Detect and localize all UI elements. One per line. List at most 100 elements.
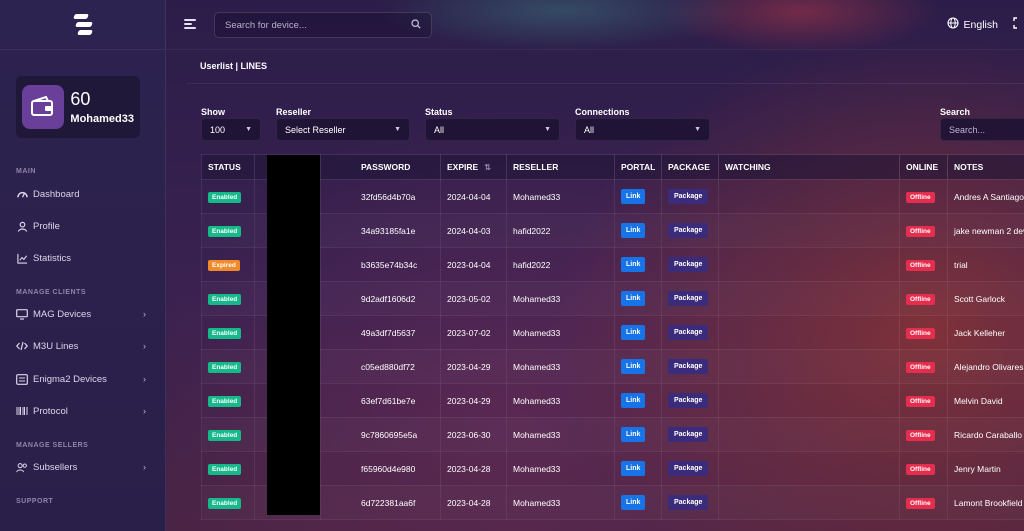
package-button[interactable]: Package bbox=[668, 291, 709, 306]
show-select[interactable]: 100 ▼ bbox=[201, 118, 261, 141]
status-select[interactable]: All ▼ bbox=[425, 118, 560, 141]
online-badge: Offline bbox=[906, 361, 935, 373]
language-selector[interactable]: English bbox=[946, 17, 998, 32]
sidebar-item-label: Protocol bbox=[33, 405, 68, 417]
reseller-cell: hafid2022 bbox=[506, 247, 615, 282]
table-row[interactable]: Enabled 34a93185fa1e 2024-04-03 hafid2022 Li… bbox=[201, 213, 1024, 248]
device-search-input[interactable] bbox=[225, 19, 411, 31]
notes-cell: Ricardo Caraballo bbox=[947, 417, 1024, 452]
portal-cell: Link bbox=[614, 179, 662, 214]
online-badge: Offline bbox=[906, 259, 935, 271]
sidebar-item-profile[interactable]: Profile bbox=[16, 217, 150, 235]
notes-cell: Jack Kelleher bbox=[947, 315, 1024, 350]
sidebar-item-mag-devices[interactable]: MAG Devices › bbox=[16, 305, 150, 323]
password-cell: 63ef7d61be7e bbox=[320, 383, 441, 418]
package-button[interactable]: Package bbox=[668, 223, 709, 238]
table-row[interactable]: Enabled 63ef7d61be7e 2023-04-29 Mohamed33 Li… bbox=[201, 383, 1024, 418]
status-cell: Enabled bbox=[201, 349, 255, 384]
connections-select-value: All bbox=[584, 124, 595, 135]
expire-cell: 2023-07-02 bbox=[440, 315, 507, 350]
search-icon[interactable] bbox=[411, 18, 421, 32]
reseller-cell: Mohamed33 bbox=[506, 417, 615, 452]
sidebar-item-m3u-lines[interactable]: M3U Lines › bbox=[16, 337, 150, 355]
fullscreen-icon[interactable] bbox=[1013, 17, 1022, 32]
table-row[interactable]: Enabled f65960d4e980 2023-04-28 Mohamed33 Li… bbox=[201, 451, 1024, 486]
col-online[interactable]: ONLINE bbox=[899, 154, 948, 180]
portal-link-button[interactable]: Link bbox=[621, 393, 646, 408]
status-cell: Enabled bbox=[201, 417, 255, 452]
app-logo[interactable] bbox=[70, 12, 96, 38]
table-row[interactable]: Enabled 32fd56d4b70a 2024-04-04 Mohamed33 Li… bbox=[201, 179, 1024, 214]
package-button[interactable]: Package bbox=[668, 427, 709, 442]
portal-link-button[interactable]: Link bbox=[621, 325, 646, 340]
col-reseller[interactable]: RESELLER bbox=[506, 154, 615, 180]
connections-label: Connections bbox=[575, 107, 630, 117]
package-cell: Package bbox=[661, 213, 719, 248]
status-badge: Enabled bbox=[208, 361, 242, 373]
table-row[interactable]: Enabled c05ed880df72 2023-04-29 Mohamed33 Li… bbox=[201, 349, 1024, 384]
col-notes[interactable]: NOTES bbox=[947, 154, 1024, 180]
reseller-select[interactable]: Select Reseller ▼ bbox=[276, 118, 410, 141]
col-portal[interactable]: PORTAL bbox=[614, 154, 662, 180]
col-package[interactable]: PACKAGE bbox=[661, 154, 719, 180]
watching-cell bbox=[718, 247, 900, 282]
col-expire-label: EXPIRE bbox=[447, 162, 479, 172]
package-button[interactable]: Package bbox=[668, 359, 709, 374]
online-cell: Offline bbox=[899, 281, 948, 316]
sidebar-item-protocol[interactable]: Protocol › bbox=[16, 402, 150, 420]
status-badge: Enabled bbox=[208, 293, 242, 305]
reseller-select-value: Select Reseller bbox=[285, 124, 346, 135]
table-row[interactable]: Enabled 6d722381aa6f 2023-04-28 Mohamed33 Li… bbox=[201, 485, 1024, 520]
portal-link-button[interactable]: Link bbox=[621, 189, 646, 204]
online-cell: Offline bbox=[899, 179, 948, 214]
status-cell: Enabled bbox=[201, 213, 255, 248]
col-password[interactable]: PASSWORD bbox=[320, 154, 441, 180]
table-search-input[interactable] bbox=[940, 118, 1024, 141]
package-cell: Package bbox=[661, 451, 719, 486]
sidebar-item-subsellers[interactable]: Subsellers › bbox=[16, 458, 150, 476]
portal-link-button[interactable]: Link bbox=[621, 257, 646, 272]
table-row[interactable]: Enabled 9d2adf1606d2 2023-05-02 Mohamed33 Li… bbox=[201, 281, 1024, 316]
online-badge: Offline bbox=[906, 191, 935, 203]
package-button[interactable]: Package bbox=[668, 189, 709, 204]
portal-link-button[interactable]: Link bbox=[621, 495, 646, 510]
table-row[interactable]: Enabled 49a3df7d5637 2023-07-02 Mohamed33 Li… bbox=[201, 315, 1024, 350]
portal-link-button[interactable]: Link bbox=[621, 427, 646, 442]
notes-cell: Melvin David bbox=[947, 383, 1024, 418]
portal-link-button[interactable]: Link bbox=[621, 461, 646, 476]
dashboard-icon bbox=[16, 188, 28, 200]
reseller-cell: Mohamed33 bbox=[506, 451, 615, 486]
package-button[interactable]: Package bbox=[668, 461, 709, 476]
username: Mohamed33 bbox=[70, 113, 134, 125]
user-icon bbox=[16, 220, 28, 232]
portal-link-button[interactable]: Link bbox=[621, 291, 646, 306]
sidebar-item-statistics[interactable]: Statistics bbox=[16, 249, 150, 267]
sidebar-item-enigma2-devices[interactable]: Enigma2 Devices › bbox=[16, 370, 150, 388]
col-watching[interactable]: WATCHING bbox=[718, 154, 900, 180]
watching-cell bbox=[718, 315, 900, 350]
menu-toggle-icon[interactable] bbox=[184, 19, 196, 31]
status-cell: Enabled bbox=[201, 315, 255, 350]
sidebar-item-dashboard[interactable]: Dashboard bbox=[16, 185, 150, 203]
portal-link-button[interactable]: Link bbox=[621, 359, 646, 374]
package-button[interactable]: Package bbox=[668, 495, 709, 510]
online-badge: Offline bbox=[906, 293, 935, 305]
lines-table: STATUS PASSWORD EXPIRE ⇅ RESELLER PORTAL … bbox=[201, 154, 1024, 520]
expire-cell: 2023-04-28 bbox=[440, 485, 507, 520]
package-button[interactable]: Package bbox=[668, 393, 709, 408]
package-button[interactable]: Package bbox=[668, 257, 709, 272]
online-cell: Offline bbox=[899, 349, 948, 384]
portal-link-button[interactable]: Link bbox=[621, 223, 646, 238]
sidebar-item-label: Subsellers bbox=[33, 461, 78, 473]
table-row[interactable]: Expired b3635e74b34c 2023-04-04 hafid2022 Li… bbox=[201, 247, 1024, 282]
topbar: English bbox=[166, 0, 1024, 50]
online-cell: Offline bbox=[899, 247, 948, 282]
package-button[interactable]: Package bbox=[668, 325, 709, 340]
show-label: Show bbox=[201, 107, 225, 117]
connections-select[interactable]: All ▼ bbox=[575, 118, 710, 141]
table-row[interactable]: Enabled 9c7860695e5a 2023-06-30 Mohamed33 Li… bbox=[201, 417, 1024, 452]
col-status[interactable]: STATUS bbox=[201, 154, 255, 180]
col-expire[interactable]: EXPIRE ⇅ bbox=[440, 154, 507, 180]
chevron-down-icon: ▼ bbox=[394, 126, 401, 133]
status-cell: Enabled bbox=[201, 485, 255, 520]
